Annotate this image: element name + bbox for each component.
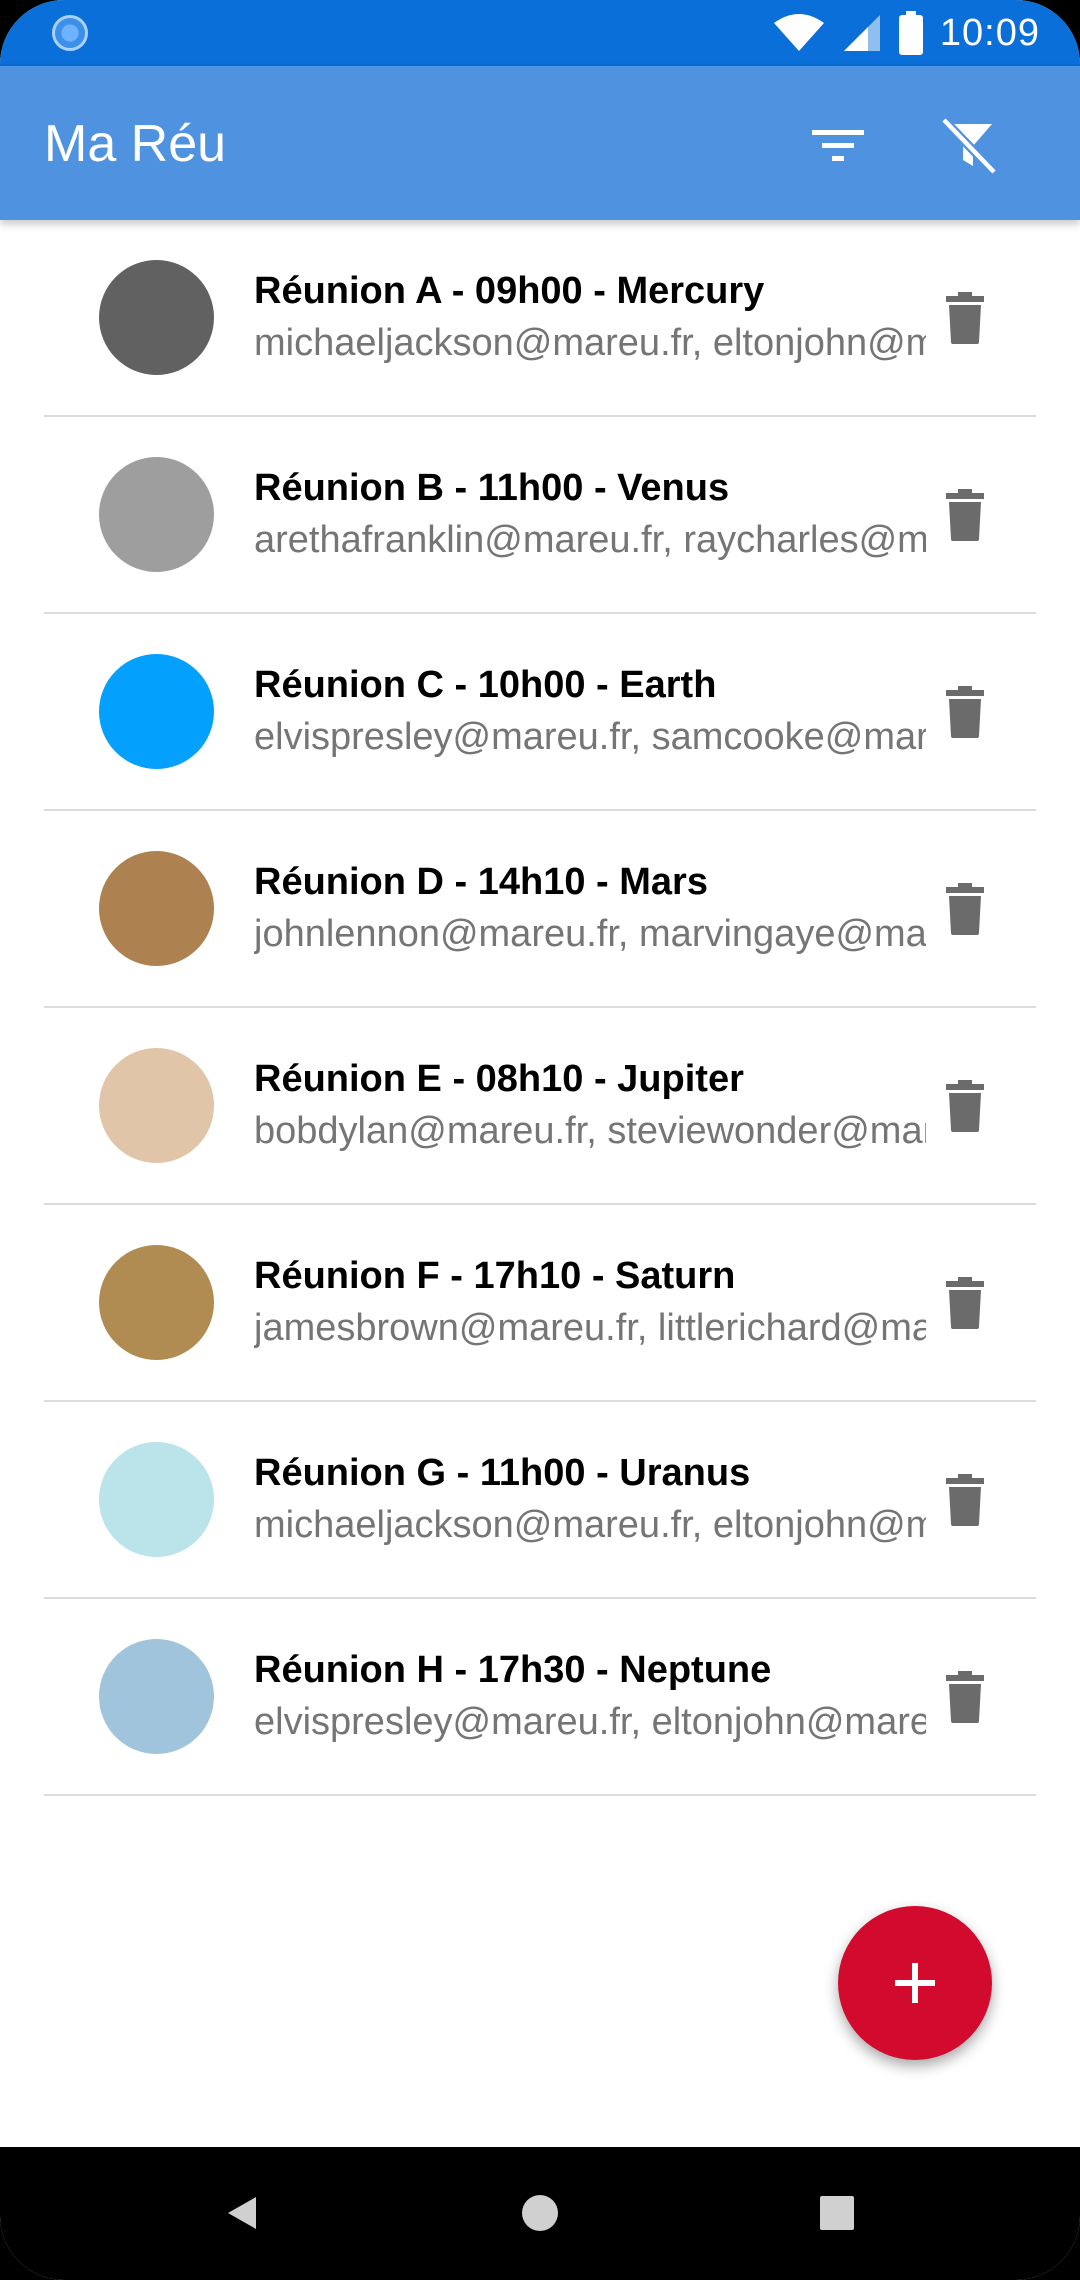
delete-meeting-button[interactable]: [929, 479, 1001, 551]
signal-icon: [843, 15, 880, 51]
meeting-color-avatar: [99, 851, 214, 966]
meeting-participants: bobdylan@mareu.fr, steviewonder@mareu.fr: [254, 1110, 926, 1152]
meeting-title: Réunion C - 10h00 - Earth: [254, 664, 717, 706]
add-meeting-button[interactable]: [838, 1906, 992, 2060]
delete-meeting-button[interactable]: [929, 1070, 1001, 1142]
recents-icon: [820, 2196, 854, 2230]
meeting-color-avatar: [99, 1442, 214, 1557]
meeting-list: Réunion A - 09h00 - Mercury michaeljackso…: [0, 220, 1080, 1796]
delete-meeting-button[interactable]: [929, 873, 1001, 945]
back-button[interactable]: [202, 2173, 282, 2253]
meeting-participants: michaeljackson@mareu.fr, eltonjohn@mareu…: [254, 322, 926, 364]
meeting-color-avatar: [99, 260, 214, 375]
meeting-title: Réunion E - 08h10 - Jupiter: [254, 1058, 744, 1100]
meeting-color-avatar: [99, 1639, 214, 1754]
sync-icon: [52, 15, 88, 51]
meeting-title: Réunion B - 11h00 - Venus: [254, 467, 730, 509]
nav-bar: [0, 2147, 1080, 2280]
filter-off-icon: [940, 116, 998, 176]
meeting-participants: johnlennon@mareu.fr, marvingaye@mareu.fr: [254, 913, 926, 955]
filter-off-button[interactable]: [932, 110, 1004, 182]
meeting-title: Réunion A - 09h00 - Mercury: [254, 270, 765, 312]
trash-icon: [946, 1080, 984, 1132]
delete-meeting-button[interactable]: [929, 676, 1001, 748]
status-time: 10:09: [939, 11, 1040, 54]
meeting-item[interactable]: Réunion E - 08h10 - Jupiter bobdylan@mare…: [44, 1008, 1036, 1205]
wifi-icon: [773, 14, 824, 51]
trash-icon: [946, 1671, 984, 1723]
trash-icon: [946, 1277, 984, 1329]
meeting-participants: arethafranklin@mareu.fr, raycharles@mare…: [254, 519, 926, 561]
delete-meeting-button[interactable]: [929, 1464, 1001, 1536]
recents-button[interactable]: [797, 2173, 877, 2253]
meeting-item[interactable]: Réunion C - 10h00 - Earth elvispresley@ma…: [44, 614, 1036, 811]
trash-icon: [946, 292, 984, 344]
meeting-item[interactable]: Réunion G - 11h00 - Uranus michaeljackson…: [44, 1402, 1036, 1599]
battery-icon: [898, 11, 923, 55]
meeting-item[interactable]: Réunion F - 17h10 - Saturn jamesbrown@mar…: [44, 1205, 1036, 1402]
meeting-title: Réunion F - 17h10 - Saturn: [254, 1255, 736, 1297]
filter-icon: [812, 130, 864, 161]
meeting-participants: jamesbrown@mareu.fr, littlerichard@mareu…: [254, 1307, 926, 1349]
trash-icon: [946, 686, 984, 738]
screen: 10:09 Ma Réu Réunion A - 09h00 - Mercury…: [0, 0, 1080, 2280]
meeting-participants: michaeljackson@mareu.fr, eltonjohn@mareu…: [254, 1504, 926, 1546]
back-icon: [228, 2197, 256, 2229]
meeting-color-avatar: [99, 1048, 214, 1163]
meeting-participants: elvispresley@mareu.fr, eltonjohn@mareu.f…: [254, 1701, 926, 1743]
trash-icon: [946, 489, 984, 541]
meeting-participants: elvispresley@mareu.fr, samcooke@mareu.fr: [254, 716, 926, 758]
meeting-title: Réunion D - 14h10 - Mars: [254, 861, 708, 903]
meeting-title: Réunion H - 17h30 - Neptune: [254, 1649, 772, 1691]
delete-meeting-button[interactable]: [929, 282, 1001, 354]
status-icons: 10:09: [772, 8, 1040, 58]
home-button[interactable]: [500, 2173, 580, 2253]
home-icon: [522, 2195, 558, 2231]
meeting-item[interactable]: Réunion H - 17h30 - Neptune elvispresley@…: [44, 1599, 1036, 1796]
trash-icon: [946, 883, 984, 935]
add-icon: [895, 1963, 935, 2003]
app-title: Ma Réu: [44, 115, 227, 173]
filter-button[interactable]: [802, 110, 874, 182]
meeting-color-avatar: [99, 1245, 214, 1360]
delete-meeting-button[interactable]: [929, 1267, 1001, 1339]
meeting-item[interactable]: Réunion A - 09h00 - Mercury michaeljackso…: [44, 220, 1036, 417]
meeting-color-avatar: [99, 457, 214, 572]
meeting-item[interactable]: Réunion D - 14h10 - Mars johnlennon@mareu…: [44, 811, 1036, 1008]
meeting-color-avatar: [99, 654, 214, 769]
app-bar: Ma Réu: [0, 66, 1080, 220]
meeting-item[interactable]: Réunion B - 11h00 - Venus arethafranklin@…: [44, 417, 1036, 614]
meeting-title: Réunion G - 11h00 - Uranus: [254, 1452, 751, 1494]
status-bar: 10:09: [0, 0, 1080, 66]
trash-icon: [946, 1474, 984, 1526]
delete-meeting-button[interactable]: [929, 1661, 1001, 1733]
